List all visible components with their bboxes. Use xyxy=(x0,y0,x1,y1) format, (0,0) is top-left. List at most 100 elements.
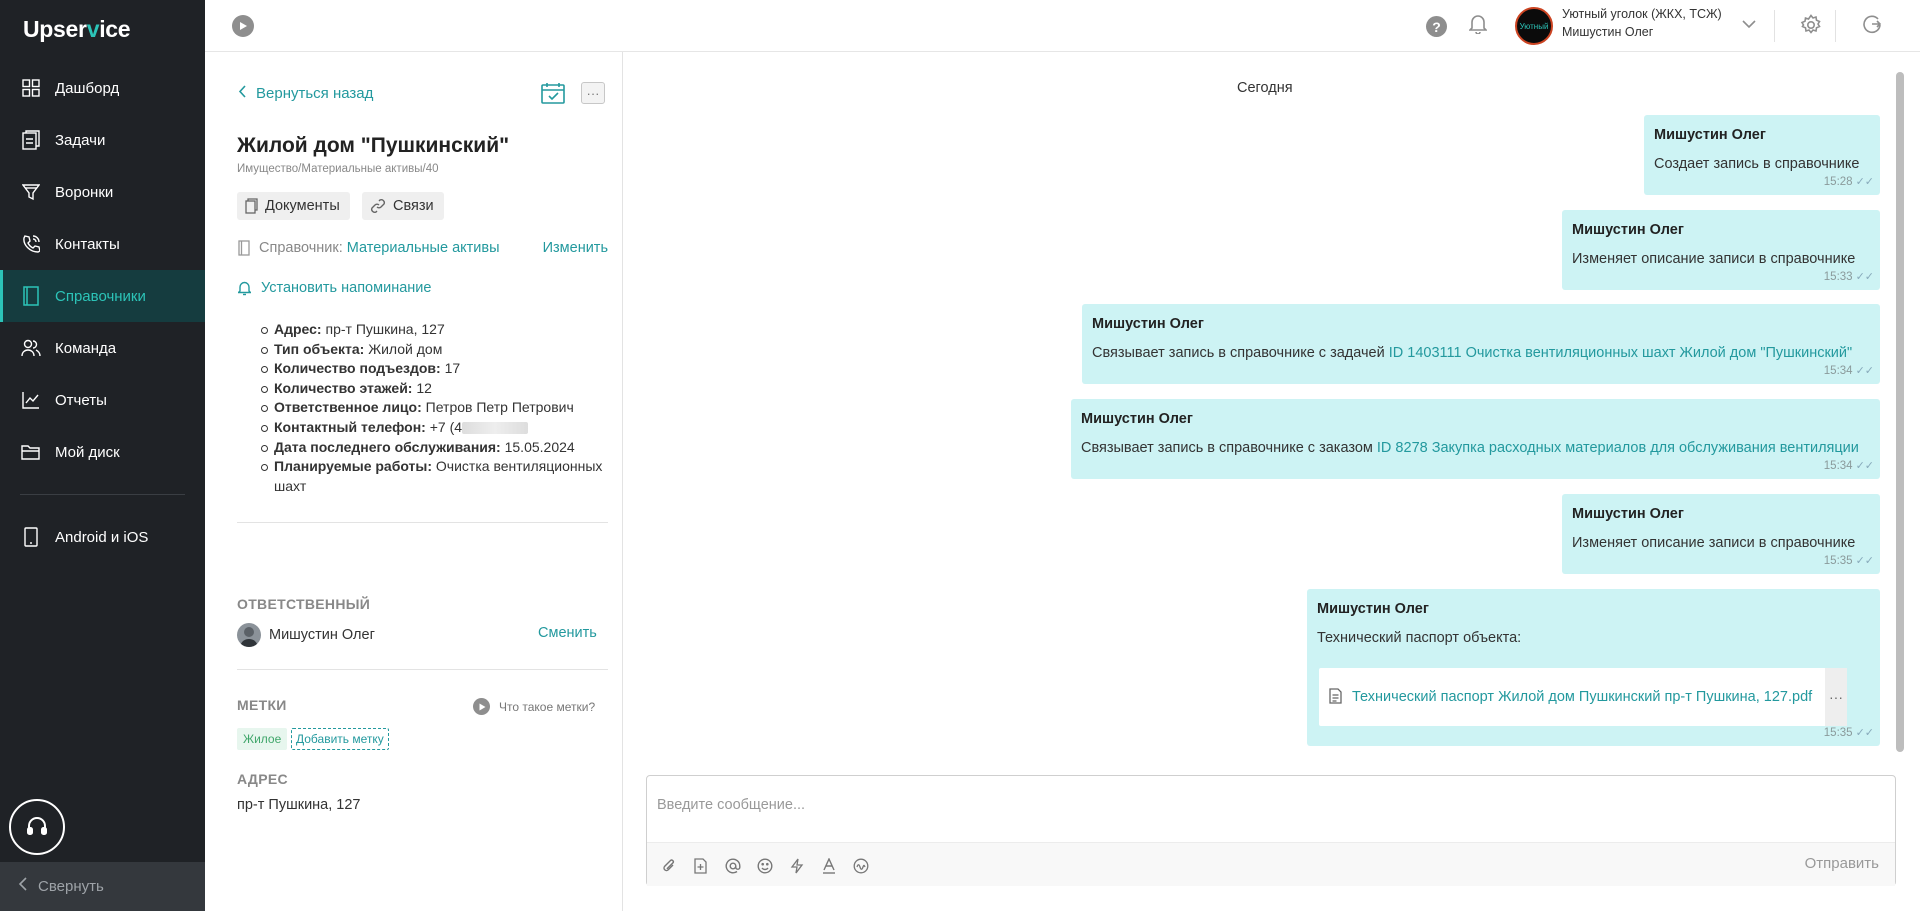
calendar-check-icon[interactable] xyxy=(541,82,565,107)
message-time: 15:34 ✓✓ xyxy=(1823,364,1874,378)
back-link[interactable]: Вернуться назад xyxy=(238,85,373,102)
sidebar-divider xyxy=(20,494,185,495)
paperclip-icon[interactable] xyxy=(659,856,678,875)
play-icon[interactable] xyxy=(232,15,254,37)
file-name-link[interactable]: Технический паспорт Жилой дом Пушкинский… xyxy=(1352,689,1812,705)
link-icon xyxy=(370,198,386,214)
message-text: Изменяет описание записи в справочнике xyxy=(1572,535,1856,551)
current-user-name[interactable]: Мишустин Олег xyxy=(1562,25,1653,39)
sidebar-item-team[interactable]: Команда xyxy=(0,322,205,374)
divider xyxy=(237,669,608,670)
sidebar-item-label: Контакты xyxy=(55,235,120,253)
chat-message: Мишустин Олег Изменяет описание записи в… xyxy=(1562,494,1880,574)
gear-icon[interactable] xyxy=(1800,14,1822,39)
sidebar-item-reports[interactable]: Отчеты xyxy=(0,374,205,426)
help-icon[interactable]: ? xyxy=(1426,16,1447,37)
logout-icon[interactable] xyxy=(1862,14,1882,37)
back-link-label: Вернуться назад xyxy=(256,85,374,102)
support-button[interactable] xyxy=(9,799,65,855)
sidebar-item-dashboard[interactable]: Дашборд xyxy=(0,62,205,114)
file-add-icon[interactable] xyxy=(691,856,710,875)
send-button[interactable]: Отправить xyxy=(1805,855,1879,872)
reminder-label: Установить напоминание xyxy=(261,280,432,296)
message-text: Связывает запись в справочнике с задачей… xyxy=(1092,345,1852,361)
avatar[interactable] xyxy=(237,623,261,647)
top-header: ? Уютный Уютный уголок (ЖКХ, ТСЖ) Мишуст… xyxy=(205,0,1920,52)
address-value: пр-т Пушкина, 127 xyxy=(237,797,361,813)
reference-prefix: Справочник: xyxy=(259,240,343,256)
sidebar-item-tasks[interactable]: Задачи xyxy=(0,114,205,166)
time-text: 15:28 xyxy=(1823,175,1853,188)
mobile-icon xyxy=(21,527,41,547)
property-value: Жилой дом xyxy=(368,340,443,357)
app-logo[interactable]: Upservice xyxy=(23,16,131,43)
tag-badge[interactable]: Жилое xyxy=(237,728,288,750)
list-item: Планируемые работы: Очистка вентиляционн… xyxy=(261,457,606,496)
double-check-icon: ✓✓ xyxy=(1855,555,1874,567)
composer-tools xyxy=(659,856,870,875)
folder-icon xyxy=(21,442,41,462)
documents-button[interactable]: Документы xyxy=(237,192,350,220)
bell-icon[interactable] xyxy=(1468,14,1488,37)
emoji-icon[interactable] xyxy=(755,856,774,875)
links-button[interactable]: Связи xyxy=(362,192,444,220)
sidebar-item-disk[interactable]: Мой диск xyxy=(0,426,205,478)
divider xyxy=(237,522,608,523)
list-item: Количество подъездов: 17 xyxy=(261,359,606,379)
set-reminder-link[interactable]: Установить напоминание xyxy=(238,280,431,296)
links-label: Связи xyxy=(393,198,434,214)
tags-help-link[interactable]: Что такое метки? xyxy=(473,698,595,715)
message-time: 15:34 ✓✓ xyxy=(1824,459,1874,473)
sidebar-item-mobile[interactable]: Android и iOS xyxy=(0,511,205,563)
sidebar-item-references[interactable]: Справочники xyxy=(0,270,205,322)
sidebar-item-funnels[interactable]: Воронки xyxy=(0,166,205,218)
double-check-icon: ✓✓ xyxy=(1855,365,1874,377)
message-time: 15:28 ✓✓ xyxy=(1823,175,1874,189)
text-format-icon[interactable] xyxy=(819,856,838,875)
time-text: 15:34 xyxy=(1823,364,1853,377)
sidebar-item-contacts[interactable]: Контакты xyxy=(0,218,205,270)
sidebar-item-label: Задачи xyxy=(55,131,106,149)
message-author: Мишустин Олег xyxy=(1092,316,1204,332)
sidebar-nav: Дашборд Задачи Воронки Контакты Справочн… xyxy=(0,62,205,563)
property-value: 12 xyxy=(416,379,432,396)
headset-icon xyxy=(25,814,49,841)
responsible-change-link[interactable]: Сменить xyxy=(538,625,597,641)
message-time: 15:35 ✓✓ xyxy=(1823,726,1874,740)
lightning-icon[interactable] xyxy=(787,856,806,875)
time-text: 15:35 xyxy=(1823,726,1853,739)
sidebar-item-label: Отчеты xyxy=(55,391,107,409)
date-divider: Сегодня xyxy=(1237,80,1293,96)
message-input[interactable]: Введите сообщение... xyxy=(657,797,805,813)
collapse-sidebar-button[interactable]: Свернуть xyxy=(0,862,205,911)
sidebar-item-label: Мой диск xyxy=(55,443,120,461)
sidebar-item-label: Дашборд xyxy=(55,79,120,97)
add-tag-button[interactable]: Добавить метку xyxy=(291,728,389,750)
property-key: Адрес: xyxy=(274,321,322,337)
scrollbar[interactable] xyxy=(1896,72,1904,752)
time-text: 15:33 xyxy=(1823,270,1853,283)
signature-icon[interactable] xyxy=(851,856,870,875)
message-author: Мишустин Олег xyxy=(1654,127,1766,143)
list-item: Количество этажей: 12 xyxy=(261,379,606,399)
activity-feed: Сегодня Мишустин Олег Создает запись в с… xyxy=(624,52,1920,911)
more-options-button[interactable]: ··· xyxy=(581,82,605,104)
chevron-left-icon xyxy=(238,85,246,102)
breadcrumb: Имущество/Материальные активы/40 xyxy=(237,163,439,175)
message-author: Мишустин Олег xyxy=(1081,411,1193,427)
mention-icon[interactable] xyxy=(723,856,742,875)
file-attachment[interactable]: Технический паспорт Жилой дом Пушкинский… xyxy=(1319,668,1847,726)
message-text: Создает запись в справочнике xyxy=(1654,156,1860,172)
org-name[interactable]: Уютный уголок (ЖКХ, ТСЖ) xyxy=(1562,7,1722,21)
address-title: АДРЕС xyxy=(237,771,288,787)
file-more-button[interactable]: ··· xyxy=(1825,668,1847,726)
task-link[interactable]: ID 1403111 Очистка вентиляционных шахт Ж… xyxy=(1389,345,1852,361)
order-link[interactable]: ID 8278 Закупка расходных материалов для… xyxy=(1377,440,1859,456)
message-text: Изменяет описание записи в справочнике xyxy=(1572,251,1856,267)
reference-row: Справочник: Материальные активы Изменить xyxy=(238,240,608,256)
chevron-down-icon[interactable] xyxy=(1741,16,1757,35)
message-author: Мишустин Олег xyxy=(1572,222,1684,238)
reference-change-link[interactable]: Изменить xyxy=(543,240,608,256)
org-avatar[interactable]: Уютный xyxy=(1515,7,1553,45)
reference-link[interactable]: Материальные активы xyxy=(347,240,500,256)
